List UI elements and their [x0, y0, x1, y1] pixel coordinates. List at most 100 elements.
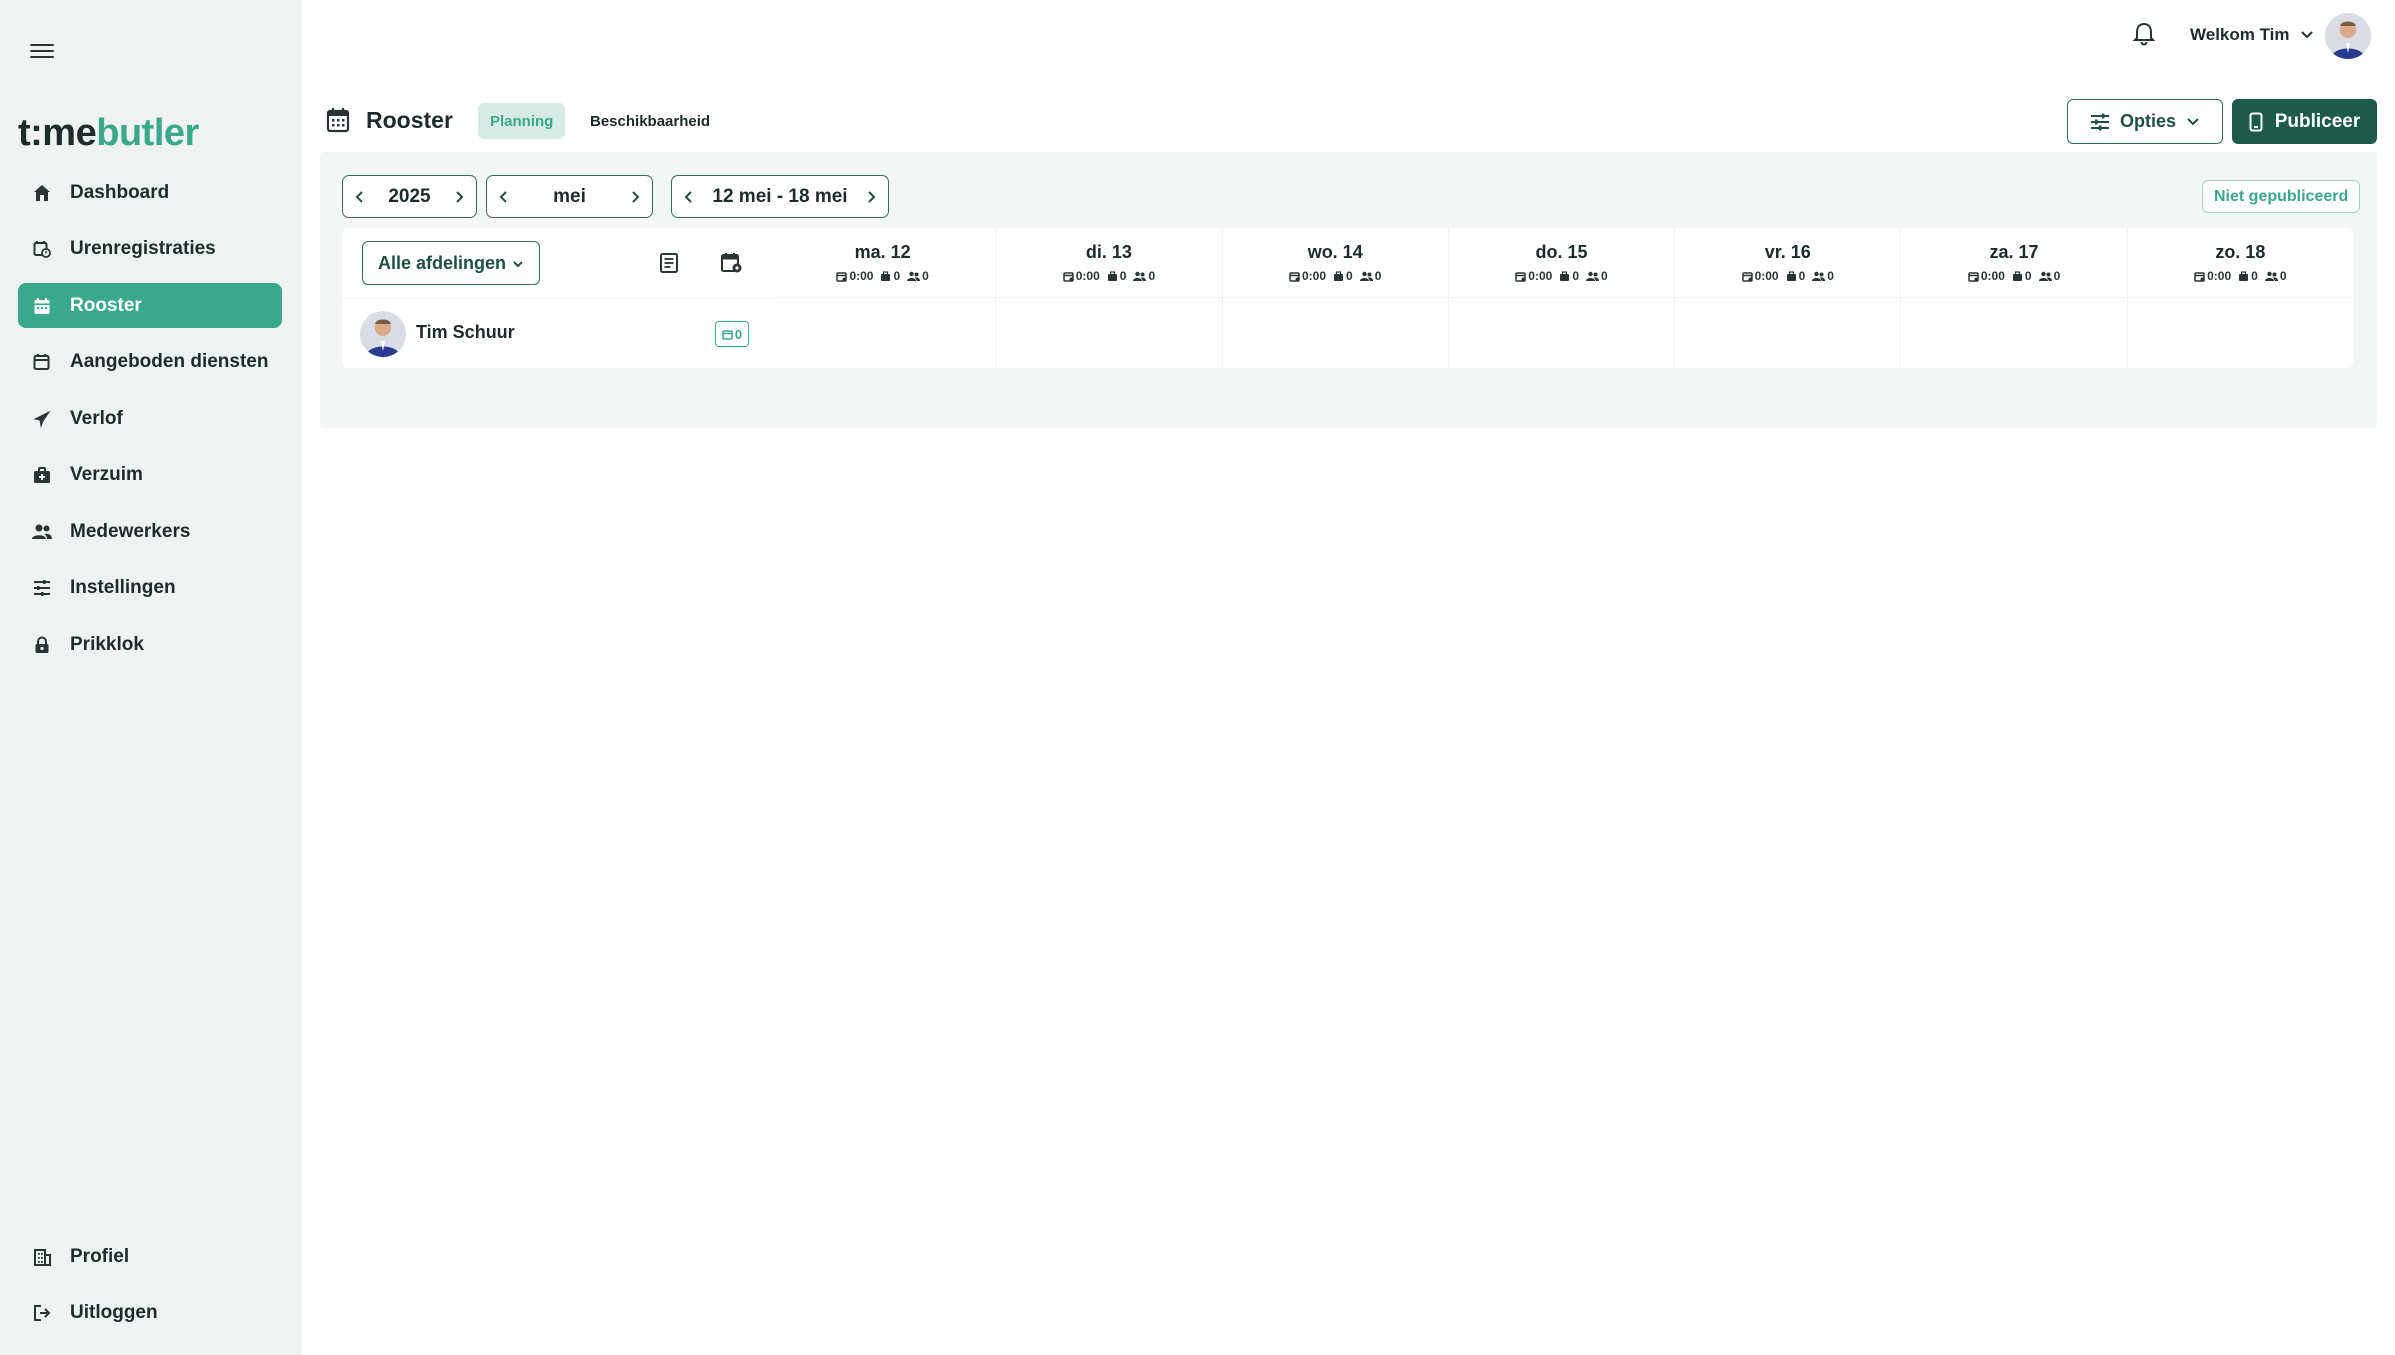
- day-hours: 0:00: [1515, 269, 1552, 283]
- sidebar-item-aangeboden-diensten[interactable]: Aangeboden diensten: [18, 340, 282, 385]
- sidebar-nav: Dashboard Urenregistraties Rooster Aange…: [18, 170, 282, 679]
- day-header: wo. 14 0:00 0 0: [1222, 228, 1448, 298]
- sidebar-item-rooster[interactable]: Rooster: [18, 283, 282, 328]
- day-people: 0: [2038, 269, 2061, 283]
- badge-count: 0: [734, 326, 743, 342]
- sidebar-item-verlof[interactable]: Verlof: [18, 396, 282, 441]
- chevron-left-icon[interactable]: [499, 190, 509, 204]
- briefcase-icon: [1107, 270, 1120, 282]
- chevron-right-icon[interactable]: [454, 190, 464, 204]
- sidebar-item-urenregistraties[interactable]: Urenregistraties: [18, 227, 282, 272]
- sidebar-bottom-nav: Profiel Uitloggen: [18, 1234, 282, 1347]
- sidebar-item-instellingen[interactable]: Instellingen: [18, 566, 282, 611]
- chevron-left-icon[interactable]: [355, 190, 365, 204]
- people-value: 0: [1148, 269, 1156, 283]
- day-header: za. 17 0:00 0 0: [1901, 228, 2127, 298]
- people-icon: [1133, 271, 1148, 282]
- day-hours: 0:00: [836, 269, 873, 283]
- day-hours: 0:00: [1062, 269, 1100, 283]
- shifts-value: 0: [1798, 269, 1806, 283]
- sidebar-item-label: Prikklok: [70, 633, 144, 655]
- calendar-clock-icon: [1062, 271, 1076, 282]
- sidebar-item-verzuim[interactable]: Verzuim: [18, 453, 282, 498]
- calendar-settings-icon[interactable]: [720, 252, 744, 274]
- list-view-icon[interactable]: [658, 252, 680, 274]
- shift-count-badge: 0: [715, 321, 749, 347]
- day-column[interactable]: zo. 18 0:00 0 0: [2126, 228, 2353, 368]
- publish-label: Publiceer: [2274, 110, 2361, 132]
- hours-value: 0:00: [1302, 269, 1327, 283]
- department-value: Alle afdelingen: [377, 252, 507, 273]
- employee-name[interactable]: Tim Schuur: [416, 322, 515, 343]
- phone-icon: [2249, 112, 2263, 132]
- briefcase-icon: [2012, 270, 2025, 282]
- briefcase-icon: [1559, 270, 1572, 282]
- day-name: vr. 16: [1764, 242, 1811, 262]
- briefcase-icon: [1786, 270, 1799, 282]
- chevron-down-icon: [2186, 117, 2200, 127]
- tab-beschikbaarheid[interactable]: Beschikbaarheid: [578, 103, 722, 139]
- calendar-share-icon: [32, 352, 52, 372]
- day-stats: 0:00 0 0: [2194, 269, 2287, 283]
- people-icon: [1812, 271, 1827, 282]
- day-header: ma. 12 0:00 0 0: [770, 228, 996, 298]
- sidebar-item-label: Rooster: [70, 294, 142, 316]
- day-column[interactable]: vr. 16 0:00 0 0: [1674, 228, 1901, 368]
- sidebar-item-dashboard[interactable]: Dashboard: [18, 170, 282, 215]
- day-column[interactable]: di. 13 0:00 0 0: [995, 228, 1222, 368]
- month-value: mei: [553, 185, 586, 207]
- day-shifts: 0: [1333, 269, 1353, 283]
- sidebar-item-label: Instellingen: [70, 577, 176, 598]
- chevron-right-icon[interactable]: [630, 190, 640, 204]
- avatar: [360, 311, 406, 357]
- people-value: 0: [2053, 269, 2061, 283]
- briefcase-icon: [2238, 270, 2251, 282]
- publish-button[interactable]: Publiceer: [2232, 99, 2377, 144]
- medical-bag-icon: [32, 465, 52, 485]
- chevron-left-icon[interactable]: [684, 190, 694, 204]
- day-shifts: 0: [1559, 269, 1579, 283]
- sliders-icon: [2090, 113, 2110, 131]
- people-value: 0: [2279, 269, 2287, 283]
- sidebar-item-uitloggen[interactable]: Uitloggen: [18, 1291, 282, 1336]
- calendar-clock-icon: [1968, 271, 1981, 282]
- day-column[interactable]: ma. 12 0:00 0 0: [770, 228, 996, 368]
- day-hours: 0:00: [2194, 269, 2231, 283]
- day-name: ma. 12: [854, 242, 911, 262]
- day-column[interactable]: za. 17 0:00 0 0: [1900, 228, 2127, 368]
- menu-icon[interactable]: [30, 40, 54, 64]
- sidebar-item-label: Medewerkers: [70, 520, 191, 542]
- sidebar-item-prikklok[interactable]: Prikklok: [18, 622, 282, 667]
- sidebar: t:mebutler Dashboard Urenregistraties Ro…: [0, 0, 302, 1355]
- sidebar-item-label: Profiel: [70, 1245, 130, 1267]
- sidebar-item-profiel[interactable]: Profiel: [18, 1234, 282, 1279]
- day-column[interactable]: wo. 14 0:00 0 0: [1221, 228, 1448, 368]
- day-name: za. 17: [1989, 242, 2039, 262]
- user-menu[interactable]: Welkom Tim: [2190, 25, 2314, 45]
- table-row: Tim Schuur 0: [342, 298, 770, 368]
- day-column[interactable]: do. 15 0:00 0 0: [1447, 228, 1675, 368]
- bell-icon[interactable]: [2132, 21, 2156, 47]
- shifts-value: 0: [1572, 269, 1579, 283]
- shifts-value: 0: [2251, 269, 2258, 283]
- calendar-clock-icon: [1515, 271, 1528, 282]
- day-shifts: 0: [2238, 269, 2258, 283]
- calendar-clock-icon: [32, 239, 52, 259]
- department-select[interactable]: Alle afdelingen: [362, 241, 540, 285]
- day-stats: 0:00 0 0: [836, 269, 929, 283]
- day-hours: 0:00: [1741, 269, 1779, 283]
- sidebar-item-medewerkers[interactable]: Medewerkers: [18, 509, 282, 554]
- tab-planning[interactable]: Planning: [478, 103, 566, 139]
- day-name: do. 15: [1535, 242, 1588, 262]
- day-people: 0: [1359, 269, 1381, 283]
- people-value: 0: [1601, 269, 1608, 283]
- avatar[interactable]: [2325, 13, 2371, 59]
- day-shifts: 0: [2012, 269, 2032, 283]
- shifts-value: 0: [2024, 269, 2032, 283]
- chevron-down-icon: [2300, 25, 2314, 45]
- month-selector: mei: [486, 175, 653, 218]
- options-button[interactable]: Opties: [2067, 99, 2223, 144]
- day-people: 0: [1586, 269, 1608, 283]
- chevron-right-icon[interactable]: [866, 190, 876, 204]
- sidebar-item-label: Dashboard: [70, 181, 170, 203]
